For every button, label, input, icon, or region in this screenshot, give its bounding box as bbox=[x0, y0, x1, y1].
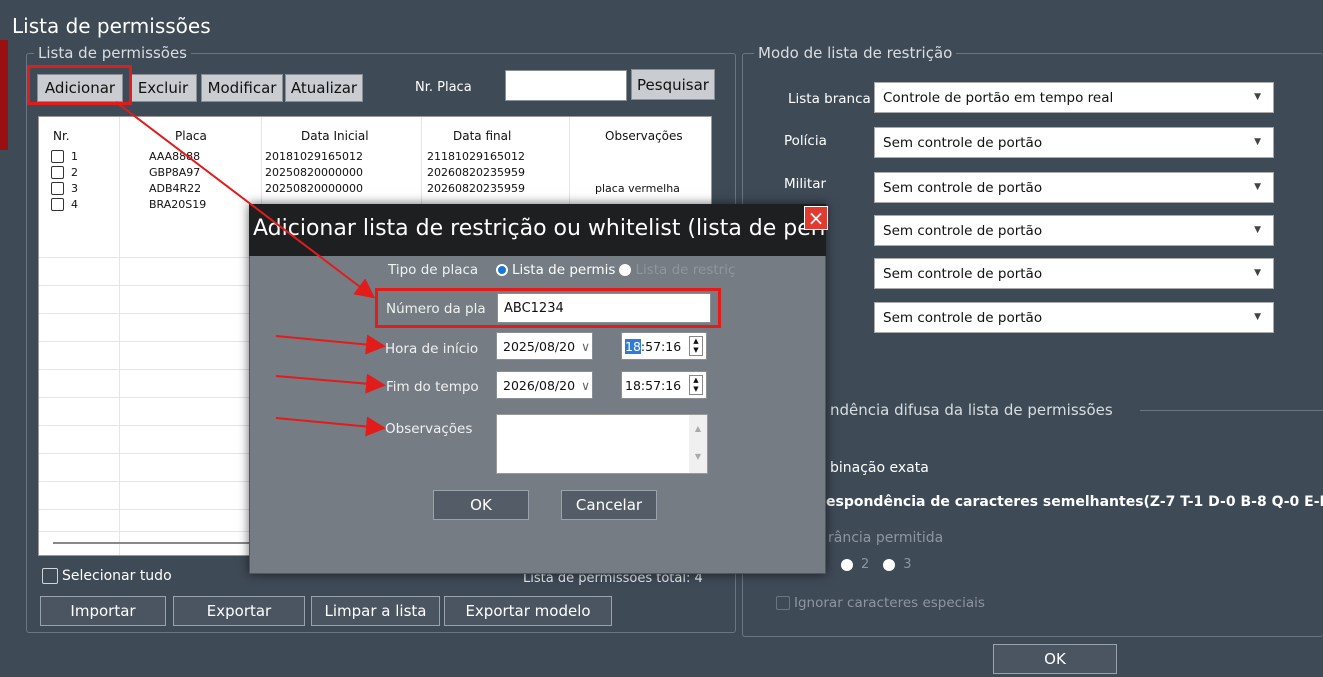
arrow-notes bbox=[275, 416, 386, 437]
annotation-arrows bbox=[115, 101, 386, 437]
arrow-end-time bbox=[275, 373, 386, 394]
arrow-start-time bbox=[275, 334, 386, 355]
arrow-add-to-plate bbox=[115, 101, 376, 299]
